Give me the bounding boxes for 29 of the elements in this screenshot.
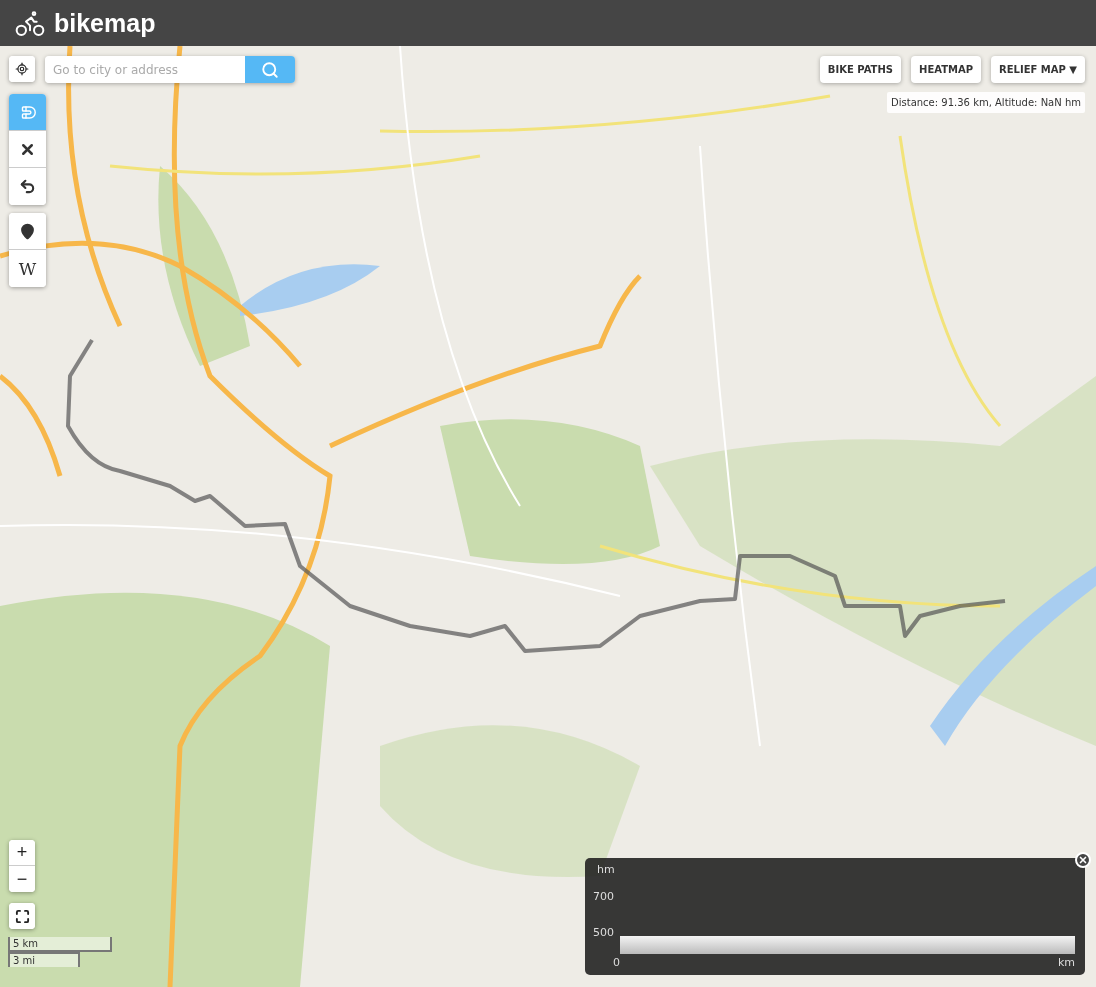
search-icon xyxy=(261,60,279,79)
fullscreen-button[interactable] xyxy=(9,903,35,929)
zoom-out-button[interactable]: − xyxy=(9,866,35,892)
close-icon xyxy=(1078,855,1088,865)
search-field[interactable]: Go to city or address xyxy=(45,56,245,83)
axis-label: 700 xyxy=(593,890,614,903)
undo-button[interactable] xyxy=(9,168,46,205)
wikipedia-button[interactable]: W xyxy=(9,250,46,287)
axis-label: 0 xyxy=(613,956,620,969)
map-layer-button[interactable]: BIKE PATHS xyxy=(819,56,901,83)
zoom-in-button[interactable]: + xyxy=(9,840,35,866)
locate-button[interactable] xyxy=(9,56,35,82)
axis-unit: hm xyxy=(597,863,615,876)
locate-icon xyxy=(15,62,29,76)
clear-route-button[interactable] xyxy=(9,131,46,168)
axis-label: 500 xyxy=(593,926,614,939)
scale-bar-imperial: 3 mi xyxy=(8,952,80,967)
route-info: Distance: 91.36 km, Altitude: NaN hm xyxy=(887,92,1085,113)
logo[interactable]: bikemap xyxy=(54,8,156,38)
map-pin-icon xyxy=(19,222,36,240)
map-drawing[interactable] xyxy=(0,46,1096,987)
undo-icon xyxy=(19,178,36,195)
close-button[interactable] xyxy=(1075,852,1091,868)
map-layer-button[interactable]: HEATMAP xyxy=(911,56,982,83)
marker-button[interactable] xyxy=(9,213,46,250)
map-layer-button[interactable]: RELIEF MAP ▼ xyxy=(991,56,1085,83)
fullscreen-icon xyxy=(14,908,30,924)
scale-bar-metric: 5 km xyxy=(8,937,112,952)
axis-unit: km xyxy=(1057,956,1075,969)
